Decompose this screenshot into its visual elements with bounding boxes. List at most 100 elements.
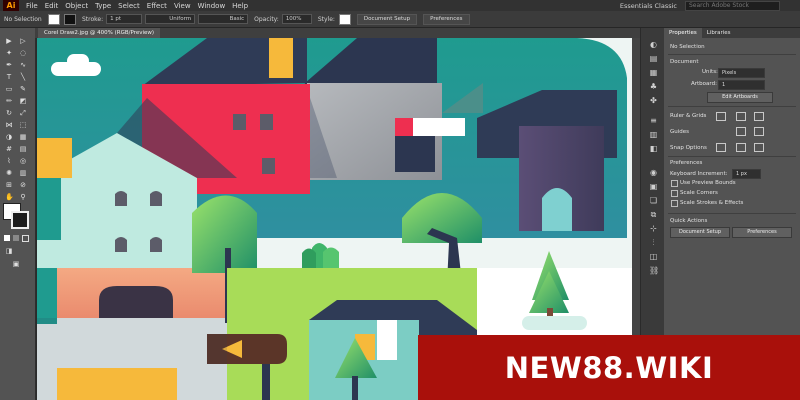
artboard-tool-icon[interactable]: ⊞ [5, 182, 13, 189]
fill-stroke-widget[interactable] [3, 203, 29, 229]
tab-libraries[interactable]: Libraries [702, 28, 736, 38]
lock-guides-icon[interactable] [754, 127, 764, 136]
preferences-button[interactable]: Preferences [423, 13, 470, 25]
keyboard-increment-field[interactable]: 1 px [732, 169, 761, 179]
menu-type[interactable]: Type [95, 2, 111, 10]
fill-swatch[interactable] [48, 13, 60, 25]
menu-effect[interactable]: Effect [147, 2, 167, 10]
tab-properties[interactable]: Properties [664, 28, 702, 38]
free-transform-icon[interactable]: ⬚ [19, 122, 27, 129]
guides-label: Guides [670, 129, 690, 135]
menu-help[interactable]: Help [232, 2, 248, 10]
document-section-title: Document [670, 59, 699, 65]
width-tool-icon[interactable]: ⋈ [5, 122, 13, 129]
align-icon[interactable]: ⫶ [649, 238, 658, 247]
brush-definition[interactable]: Basic [198, 14, 249, 24]
shape-builder-icon[interactable]: ◑ [5, 134, 13, 141]
stroke-color-box[interactable] [11, 211, 29, 229]
section-divider [668, 54, 796, 55]
pencil-icon[interactable]: ✏ [5, 98, 13, 105]
hand-tool-icon[interactable]: ✋ [5, 194, 14, 201]
gradient-tool-icon[interactable]: ▤ [19, 146, 27, 153]
none-mode-icon[interactable] [22, 235, 29, 242]
variable-width-profile[interactable]: Uniform [145, 14, 196, 24]
slice-tool-icon[interactable]: ⊘ [19, 182, 27, 189]
grid-icon[interactable] [736, 112, 746, 121]
units-dropdown[interactable]: Pixels [718, 68, 765, 78]
scale-corners-checkbox[interactable] [671, 190, 678, 197]
use-preview-bounds-checkbox[interactable] [671, 180, 678, 187]
artboards-icon[interactable]: ⧉ [649, 210, 658, 219]
perspective-grid-icon[interactable]: ▦ [19, 134, 27, 141]
rectangle-tool-icon[interactable]: ▭ [5, 86, 13, 93]
edit-artboards-button[interactable]: Edit Artboards [707, 92, 773, 103]
curvature-icon[interactable]: ∿ [19, 62, 27, 69]
direct-selection-icon[interactable]: ▷ [19, 38, 27, 45]
symbol-sprayer-icon[interactable]: ✺ [5, 170, 13, 177]
eyedropper-icon[interactable]: ⌇ [5, 158, 13, 165]
type-tool-icon[interactable]: T [5, 74, 13, 81]
menu-view[interactable]: View [174, 2, 191, 10]
brushes-icon[interactable]: ♣ [649, 82, 658, 91]
graphic-style-swatch[interactable] [338, 13, 351, 25]
snap-glyph-icon[interactable] [754, 143, 764, 152]
ruler-icon[interactable] [716, 112, 726, 121]
artboard-label: Artboard: [691, 81, 717, 87]
rotate-icon[interactable]: ↻ [5, 110, 13, 117]
layers-icon[interactable]: ❏ [649, 196, 658, 205]
lasso-icon[interactable]: ◌ [19, 50, 27, 57]
properties-tabs: Properties Libraries [664, 28, 800, 38]
column-graph-icon[interactable]: ▥ [19, 170, 27, 177]
eraser-icon[interactable]: ◩ [19, 98, 27, 105]
stroke-label: Stroke: [82, 15, 104, 23]
transform-icon[interactable]: ⊹ [649, 224, 658, 233]
menu-bar: Ai File Edit Object Type Select Effect V… [0, 0, 800, 11]
mesh-tool-icon[interactable]: # [5, 146, 13, 153]
scale-strokes-checkbox[interactable] [671, 200, 678, 207]
snap-point-icon[interactable] [716, 143, 726, 152]
workspace-switcher[interactable]: Essentials Classic [620, 2, 677, 10]
screen-mode-icon[interactable]: ▣ [12, 261, 20, 268]
pen-tool-icon[interactable]: ✒ [5, 62, 13, 69]
opacity-field[interactable]: 100% [281, 14, 312, 24]
pathfinder-icon[interactable]: ◫ [649, 252, 658, 261]
gradient-mode-icon[interactable] [13, 235, 19, 241]
graphic-styles-icon[interactable]: ▣ [649, 182, 658, 191]
transparency-icon[interactable]: ◧ [649, 144, 658, 153]
menu-window[interactable]: Window [198, 2, 226, 10]
appearance-icon[interactable]: ◉ [649, 168, 658, 177]
document-tab[interactable]: Corel Draw2.jpg @ 400% (RGB/Preview) [38, 28, 161, 38]
blend-tool-icon[interactable]: ◎ [19, 158, 27, 165]
swatches-icon[interactable]: ▦ [649, 68, 658, 77]
transparency-grid-icon[interactable] [754, 112, 764, 121]
menu-select[interactable]: Select [118, 2, 140, 10]
color-mode-icon[interactable] [4, 235, 10, 241]
draw-mode-icon[interactable]: ◨ [5, 248, 13, 255]
menu-edit[interactable]: Edit [45, 2, 59, 10]
search-input[interactable]: Search Adobe Stock [685, 0, 780, 11]
menu-object[interactable]: Object [65, 2, 88, 10]
artboard-dropdown[interactable]: 1 [718, 80, 765, 90]
document-setup-button[interactable]: Document Setup [356, 13, 418, 25]
stroke-weight-field[interactable]: 1 pt [106, 14, 143, 24]
magic-wand-icon[interactable]: ✦ [5, 50, 13, 57]
links-icon[interactable]: ⛓ [649, 266, 659, 275]
zoom-tool-icon[interactable]: ⚲ [19, 194, 27, 201]
scale-strokes-label: Scale Strokes & Effects [680, 200, 744, 206]
menu-file[interactable]: File [26, 2, 38, 10]
snap-pixel-icon[interactable] [736, 143, 746, 152]
quick-document-setup-button[interactable]: Document Setup [670, 227, 730, 238]
symbols-icon[interactable]: ✤ [649, 96, 658, 105]
show-guides-icon[interactable] [736, 127, 746, 136]
stroke-swatch[interactable] [64, 13, 76, 25]
scale-icon[interactable]: ⤢ [19, 110, 27, 117]
color-panel-icon[interactable]: ◐ [649, 40, 658, 49]
control-bar: No Selection Stroke: 1 pt Uniform Basic … [0, 11, 800, 28]
color-guide-icon[interactable]: ▤ [649, 54, 658, 63]
quick-preferences-button[interactable]: Preferences [732, 227, 792, 238]
line-tool-icon[interactable]: ╲ [19, 74, 27, 81]
selection-tool-icon[interactable]: ▶ [5, 38, 13, 45]
paintbrush-icon[interactable]: ✎ [19, 86, 27, 93]
stroke-panel-icon[interactable]: ≡ [649, 116, 658, 125]
gradient-panel-icon[interactable]: ▥ [649, 130, 658, 139]
